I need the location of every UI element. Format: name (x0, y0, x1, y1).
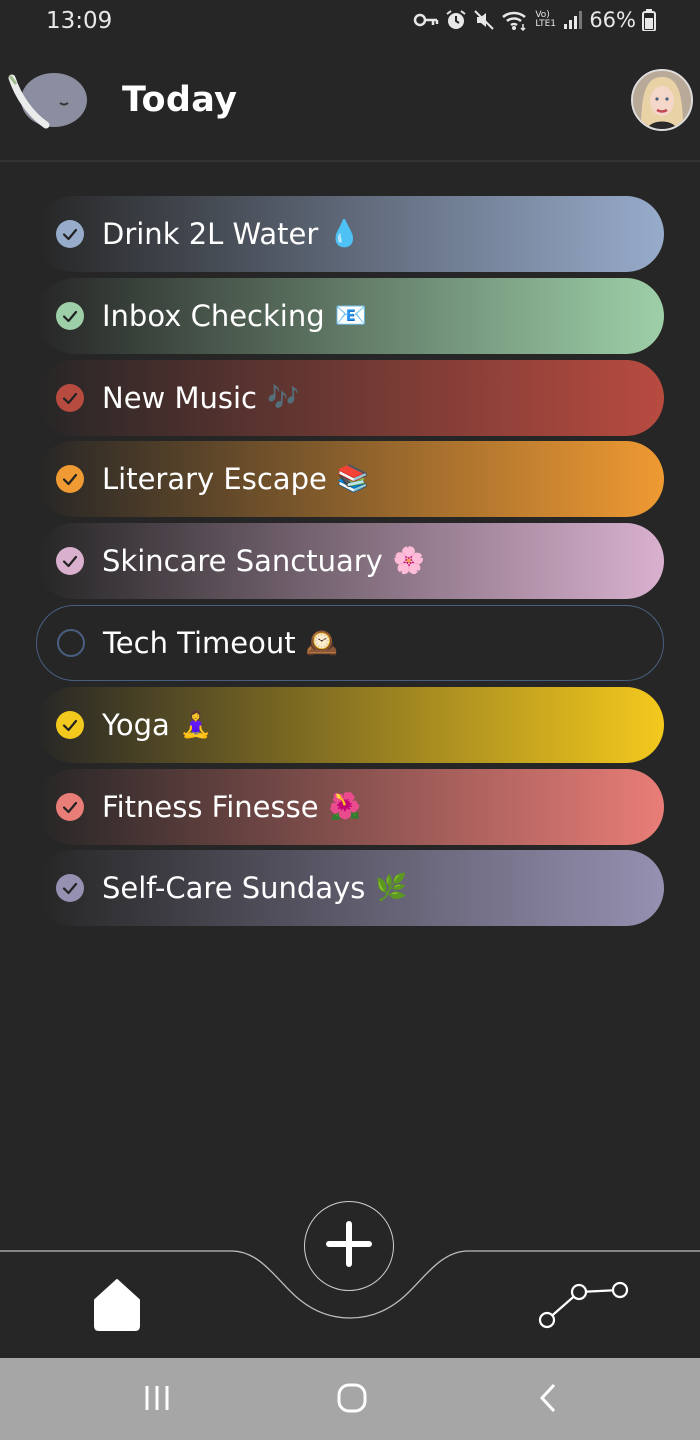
wifi-icon (501, 9, 529, 31)
stats-tab[interactable] (536, 1280, 632, 1330)
habit-emoji: 📧 (334, 300, 368, 331)
plus-icon (326, 1221, 372, 1271)
battery-text: 66% (589, 8, 636, 32)
habit-item[interactable]: Tech Timeout 🕰️ (36, 605, 664, 681)
habit-label: Self-Care Sundays (102, 871, 366, 906)
checked-icon[interactable] (56, 383, 84, 412)
status-time: 13:09 (46, 8, 113, 34)
habit-item[interactable]: Yoga 🧘‍♀️ (36, 686, 664, 763)
habit-item[interactable]: Self-Care Sundays 🌿 (36, 850, 664, 927)
habit-item[interactable]: Fitness Finesse 🌺 (36, 768, 664, 845)
habit-label: Skincare Sanctuary (102, 544, 383, 579)
habit-emoji: 🌺 (328, 791, 361, 822)
status-bar: 13:09 Vo) LTE1 66% (0, 0, 700, 44)
habit-emoji: 🌿 (375, 873, 408, 904)
habit-emoji: 📚 (336, 464, 370, 495)
add-habit-button[interactable] (304, 1201, 394, 1291)
key-icon (413, 11, 439, 29)
habit-label: Inbox Checking (102, 298, 325, 333)
user-avatar[interactable] (631, 69, 693, 131)
habit-label: Drink 2L Water (102, 217, 319, 251)
back-button[interactable] (528, 1380, 568, 1420)
battery-icon (642, 9, 656, 31)
habit-label: Tech Timeout (103, 626, 296, 660)
home-icon (92, 1279, 142, 1336)
back-chevron-icon (536, 1382, 560, 1418)
alarm-icon (445, 9, 467, 31)
habit-emoji: 🌸 (392, 546, 426, 577)
checked-icon[interactable] (56, 301, 84, 330)
habit-label: Fitness Finesse (102, 789, 319, 824)
home-tab[interactable] (92, 1278, 142, 1332)
habit-item[interactable]: New Music 🎶 (36, 359, 664, 436)
system-nav-bar (0, 1358, 700, 1440)
checked-icon[interactable] (56, 792, 84, 821)
unchecked-icon[interactable] (57, 629, 85, 657)
habit-label: Yoga (102, 707, 170, 742)
status-icons: Vo) LTE1 66% (413, 8, 656, 32)
habit-emoji: 💧 (328, 219, 361, 249)
graph-icon (536, 1281, 632, 1334)
bottom-nav (0, 1180, 700, 1358)
checked-icon[interactable] (56, 710, 84, 739)
page-title: Today (122, 80, 238, 120)
recent-apps-icon (142, 1384, 172, 1416)
recent-apps-button[interactable] (137, 1380, 177, 1420)
checked-icon[interactable] (56, 465, 84, 494)
system-home-button[interactable] (332, 1380, 372, 1420)
checked-icon[interactable] (56, 874, 84, 903)
habit-item[interactable]: Inbox Checking 📧 (36, 277, 664, 354)
network-label: Vo) LTE1 (535, 10, 556, 29)
mute-icon (473, 9, 495, 31)
habit-label: New Music (102, 380, 257, 415)
habit-item[interactable]: Skincare Sanctuary 🌸 (36, 523, 664, 600)
habit-item[interactable]: Drink 2L Water 💧 (36, 196, 664, 272)
habit-emoji: 🕰️ (305, 628, 339, 658)
habit-item[interactable]: Literary Escape 📚 (36, 441, 664, 518)
signal-icon (563, 10, 583, 30)
checked-icon[interactable] (56, 547, 84, 576)
app-header: Today (0, 44, 700, 162)
habit-emoji: 🧘‍♀️ (179, 709, 213, 740)
home-circle-icon (336, 1382, 368, 1418)
habit-label: Literary Escape (102, 462, 327, 497)
whale-logo-icon (8, 70, 90, 134)
habit-emoji: 🎶 (266, 382, 300, 413)
checked-icon[interactable] (56, 220, 84, 248)
